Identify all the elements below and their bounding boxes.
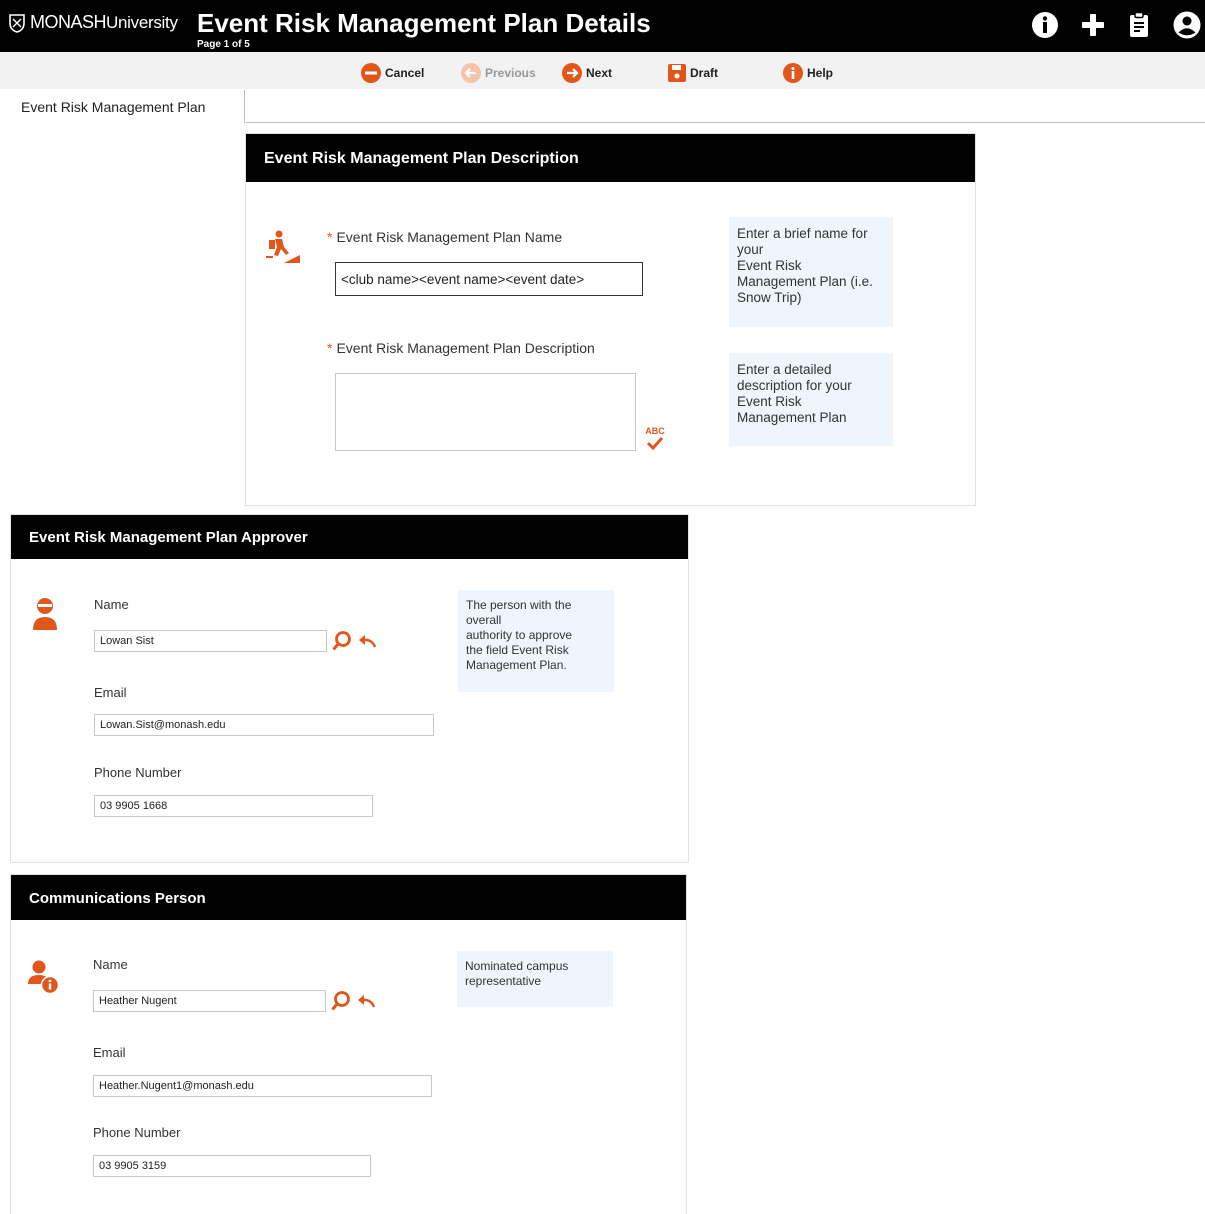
plan-name-input[interactable]: <club name><event name><event date> bbox=[335, 262, 643, 296]
comm-name-input[interactable]: Heather Nugent bbox=[93, 990, 326, 1012]
minus-circle-icon bbox=[361, 63, 381, 83]
approver-name-label: Name bbox=[94, 597, 129, 612]
plan-description-label-text: Event Risk Management Plan Description bbox=[336, 340, 595, 356]
tab-divider bbox=[246, 122, 1205, 123]
plan-description-help: Enter a detailed description for your Ev… bbox=[729, 353, 893, 446]
section-header: Communications Person bbox=[11, 875, 686, 920]
person-info-icon bbox=[28, 960, 60, 995]
help-button[interactable]: Help bbox=[782, 62, 833, 84]
comm-name-label: Name bbox=[93, 957, 128, 972]
cancel-button[interactable]: Cancel bbox=[360, 62, 424, 84]
communications-panel: Communications Person Name Heather Nugen… bbox=[10, 874, 687, 1214]
help-label: Help bbox=[807, 66, 834, 80]
search-icon[interactable] bbox=[330, 990, 352, 1012]
previous-label: Previous bbox=[485, 66, 536, 80]
spellcheck-icon[interactable]: ABC bbox=[643, 426, 667, 452]
search-icon[interactable] bbox=[331, 630, 353, 652]
approver-panel: Event Risk Management Plan Approver Name… bbox=[10, 514, 689, 863]
required-marker: * bbox=[327, 340, 333, 356]
spellcheck-abc: ABC bbox=[645, 426, 665, 436]
check-icon bbox=[646, 436, 664, 451]
plan-name-label-text: Event Risk Management Plan Name bbox=[336, 229, 563, 245]
page-title: Event Risk Management Plan Details bbox=[197, 8, 651, 38]
approver-email-label: Email bbox=[94, 685, 127, 700]
clipboard-icon[interactable] bbox=[1124, 10, 1154, 40]
comm-email-label: Email bbox=[93, 1045, 126, 1060]
next-label: Next bbox=[586, 66, 613, 80]
approver-phone-label: Phone Number bbox=[94, 765, 182, 780]
tab-event-risk-management-plan[interactable]: Event Risk Management Plan bbox=[8, 90, 245, 123]
next-button[interactable]: Next bbox=[561, 62, 612, 84]
comm-help: Nominated campus representative bbox=[457, 951, 613, 1007]
arrow-right-icon bbox=[562, 63, 582, 83]
section-header: Event Risk Management Plan Approver bbox=[11, 515, 688, 559]
page-indicator: Page 1 of 5 bbox=[197, 39, 250, 50]
info-icon[interactable] bbox=[1030, 10, 1060, 40]
previous-button[interactable]: Previous bbox=[460, 62, 536, 84]
arrow-left-icon bbox=[461, 63, 481, 83]
app-header: MONASH University Event Risk Management P… bbox=[0, 0, 1205, 52]
brand-sub: University bbox=[106, 12, 178, 32]
plan-description-label: * Event Risk Management Plan Description bbox=[327, 340, 595, 356]
crest-icon bbox=[9, 13, 25, 33]
draft-button[interactable]: Draft bbox=[667, 62, 718, 84]
comm-phone-label: Phone Number bbox=[93, 1125, 181, 1140]
approver-name-input[interactable]: Lowan Sist bbox=[94, 630, 327, 652]
plus-icon[interactable] bbox=[1078, 10, 1108, 40]
brand-main: MONASH bbox=[30, 12, 107, 32]
info-circle-icon bbox=[783, 63, 803, 83]
hiker-icon bbox=[266, 230, 300, 263]
person-icon bbox=[33, 598, 57, 630]
approver-email-input[interactable]: Lowan.Sist@monash.edu bbox=[94, 714, 434, 736]
approver-help: The person with the overall authority to… bbox=[458, 590, 614, 692]
undo-icon[interactable] bbox=[356, 633, 378, 651]
draft-label: Draft bbox=[690, 66, 719, 80]
cancel-label: Cancel bbox=[385, 66, 425, 80]
undo-icon[interactable] bbox=[355, 993, 377, 1011]
approver-phone-input[interactable]: 03 9905 1668 bbox=[94, 795, 373, 817]
save-icon bbox=[668, 64, 686, 82]
comm-phone-input[interactable]: 03 9905 3159 bbox=[93, 1155, 371, 1177]
section-header: Event Risk Management Plan Description bbox=[246, 134, 975, 182]
tab-strip: Event Risk Management Plan bbox=[0, 90, 1205, 124]
plan-description-textarea[interactable] bbox=[335, 373, 636, 451]
comm-email-input[interactable]: Heather.Nugent1@monash.edu bbox=[93, 1075, 432, 1097]
plan-name-label: * Event Risk Management Plan Name bbox=[327, 229, 562, 245]
toolbar: Cancel Previous Next Draft Help bbox=[0, 52, 1205, 89]
monash-logo: MONASH University bbox=[8, 12, 178, 33]
required-marker: * bbox=[327, 229, 333, 245]
description-panel: Event Risk Management Plan Description *… bbox=[245, 133, 976, 506]
plan-name-help: Enter a brief name for your Event Risk M… bbox=[729, 217, 893, 327]
user-icon[interactable] bbox=[1172, 10, 1202, 40]
